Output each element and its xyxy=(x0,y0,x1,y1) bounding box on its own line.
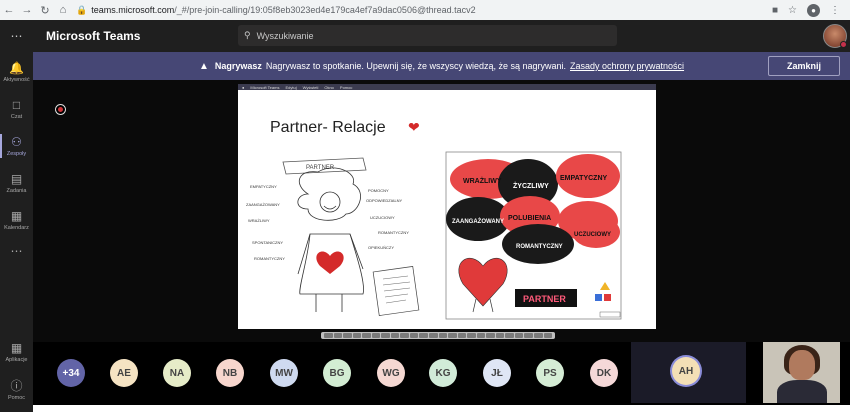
menu-icon[interactable]: ⋮ xyxy=(830,5,840,16)
rail-label: Czat xyxy=(10,114,23,120)
camera-icon[interactable]: ■ xyxy=(772,5,778,16)
meeting-stage: ● Microsoft Teams Edytuj Wyświetl Okno P… xyxy=(33,80,850,342)
presence-busy-icon xyxy=(840,41,847,48)
profile-icon[interactable]: ● xyxy=(807,3,820,17)
person-face xyxy=(789,350,815,380)
slide-illustration: PARTNER EMPATYCZNY ZAANGAŻOWANY WRAŻLIWY… xyxy=(246,151,622,320)
left-word: ROMANTYCZNY xyxy=(378,230,409,235)
note-paper xyxy=(372,266,420,316)
chat-icon: □ xyxy=(12,98,21,112)
left-word: ZAANGAŻOWANY xyxy=(246,202,280,207)
bell-icon: 🔔 xyxy=(9,61,24,75)
participant-avatar[interactable]: BG xyxy=(323,359,351,387)
person-body xyxy=(777,380,827,403)
cloud-label: ROMANTYCZNY xyxy=(516,244,563,250)
self-video-tile[interactable] xyxy=(763,342,840,403)
cloud-label: ZAANGAŻOWANY xyxy=(452,218,504,225)
banner-text: Nagrywasz to spotkanie. Upewnij się, że … xyxy=(265,61,566,71)
left-word: ODPOWIEDZIALNY xyxy=(366,198,403,203)
recording-indicator-icon xyxy=(55,104,66,115)
bottom-bar xyxy=(33,405,850,412)
rail-label: Aplikacje xyxy=(5,357,28,363)
teams-icon: ⚇ xyxy=(11,135,22,149)
participant-avatar[interactable]: WG xyxy=(377,359,405,387)
recording-banner: ▲ Nagrywasz Nagrywasz to spotkanie. Upew… xyxy=(33,52,850,80)
close-banner-button[interactable]: Zamknij xyxy=(768,56,840,76)
participant-avatar[interactable]: JŁ xyxy=(483,359,511,387)
calendar-icon: ▦ xyxy=(10,209,23,223)
left-word: UCZUCIOWY xyxy=(370,215,395,220)
forward-icon[interactable]: → xyxy=(18,4,36,16)
more-apps-button[interactable]: ⋯ xyxy=(0,232,33,272)
cloud-label: EMPATYCZNY xyxy=(560,175,608,182)
cloud-label: UCZUCIOWY xyxy=(574,232,611,238)
left-word: WRAŻLIWY xyxy=(248,218,270,223)
user-avatar[interactable] xyxy=(823,24,847,48)
url-host: teams.microsoft.com xyxy=(91,5,175,15)
participant-avatar[interactable]: DK xyxy=(590,359,618,387)
left-word: POMOCNY xyxy=(368,188,389,193)
privacy-link[interactable]: Zasady ochrony prywatności xyxy=(570,61,684,71)
rail-label: Zadania xyxy=(6,188,27,194)
rail-label: Pomoc xyxy=(7,395,26,401)
search-input[interactable]: ⚲ Wyszukiwanie xyxy=(238,25,617,46)
cloud-label: WRAŻLIWY xyxy=(463,177,502,185)
partner-banner: PARTNER xyxy=(282,157,367,175)
left-word: SPONTANICZNY xyxy=(252,240,283,245)
home-icon[interactable]: ⌂ xyxy=(54,4,72,16)
ellipsis-icon: ⋯ xyxy=(10,244,23,258)
mac-dock xyxy=(321,332,555,339)
participant-avatar[interactable]: KG xyxy=(429,359,457,387)
rail-label: Kalendarz xyxy=(4,225,29,231)
teams-header: ⋯ Microsoft Teams ⚲ Wyszukiwanie xyxy=(0,20,850,52)
address-bar[interactable]: 🔒 teams.microsoft.com /_#/pre-join-calli… xyxy=(76,5,772,16)
active-speaker-tile[interactable]: AH xyxy=(631,342,746,403)
participant-strip: +34 AE NA NB MW BG WG KG JŁ PS DK AH xyxy=(33,342,850,412)
left-word: ROMANTYCZNY xyxy=(254,256,285,261)
participant-avatar[interactable]: AE xyxy=(110,359,138,387)
banner-title: Nagrywasz xyxy=(214,61,262,71)
rail-item-activity[interactable]: 🔔 Aktywność xyxy=(0,52,33,92)
app-title: Microsoft Teams xyxy=(46,29,141,43)
shared-screen: ● Microsoft Teams Edytuj Wyświetl Okno P… xyxy=(238,84,656,329)
more-participants-button[interactable]: +34 xyxy=(57,359,85,387)
badge-label: PARTNER xyxy=(523,294,566,304)
participant-avatar[interactable]: MW xyxy=(270,359,298,387)
url-path: /_#/pre-join-calling/19:05f8eb3023ed4e17… xyxy=(174,5,476,15)
lock-icon: 🔒 xyxy=(76,4,88,15)
left-word: EMPATYCZNY xyxy=(250,184,277,189)
help-icon: ⓘ xyxy=(10,379,23,393)
cloud-label: ŻYCZLIWY xyxy=(513,182,549,190)
left-word: OPIEKUŃCZY xyxy=(368,245,394,250)
participant-avatar[interactable]: NA xyxy=(163,359,191,387)
rail-item-apps[interactable]: ▦ Aplikacje xyxy=(0,332,33,372)
browser-toolbar: ← → ↻ ⌂ 🔒 teams.microsoft.com /_#/pre-jo… xyxy=(0,0,850,20)
reload-icon[interactable]: ↻ xyxy=(36,4,54,17)
rail-label: Zespoły xyxy=(6,151,27,157)
participant-avatar[interactable]: NB xyxy=(216,359,244,387)
search-icon: ⚲ xyxy=(244,30,251,40)
rail-label: Aktywność xyxy=(3,77,30,83)
star-icon[interactable]: ☆ xyxy=(788,5,797,16)
back-icon[interactable]: ← xyxy=(0,4,18,16)
tasks-icon: ▤ xyxy=(10,172,23,186)
rail-item-help[interactable]: ⓘ Pomoc xyxy=(0,370,33,410)
app-launcher-icon[interactable]: ⋯ xyxy=(0,20,33,52)
app-bar: 🔔 Aktywność □ Czat ⚇ Zespoły ▤ Zadania ▦… xyxy=(0,52,33,412)
rail-item-teams[interactable]: ⚇ Zespoły xyxy=(0,126,33,166)
apps-icon: ▦ xyxy=(10,341,23,355)
active-speaker-avatar: AH xyxy=(672,357,700,385)
rail-item-tasks[interactable]: ▤ Zadania xyxy=(0,163,33,203)
warning-icon: ▲ xyxy=(198,60,209,72)
woman-figure xyxy=(297,167,364,312)
participant-avatar[interactable]: PS xyxy=(536,359,564,387)
search-placeholder: Wyszukiwanie xyxy=(256,30,314,41)
rail-item-chat[interactable]: □ Czat xyxy=(0,89,33,129)
cloud-label: POLUBIENIA xyxy=(508,215,551,222)
